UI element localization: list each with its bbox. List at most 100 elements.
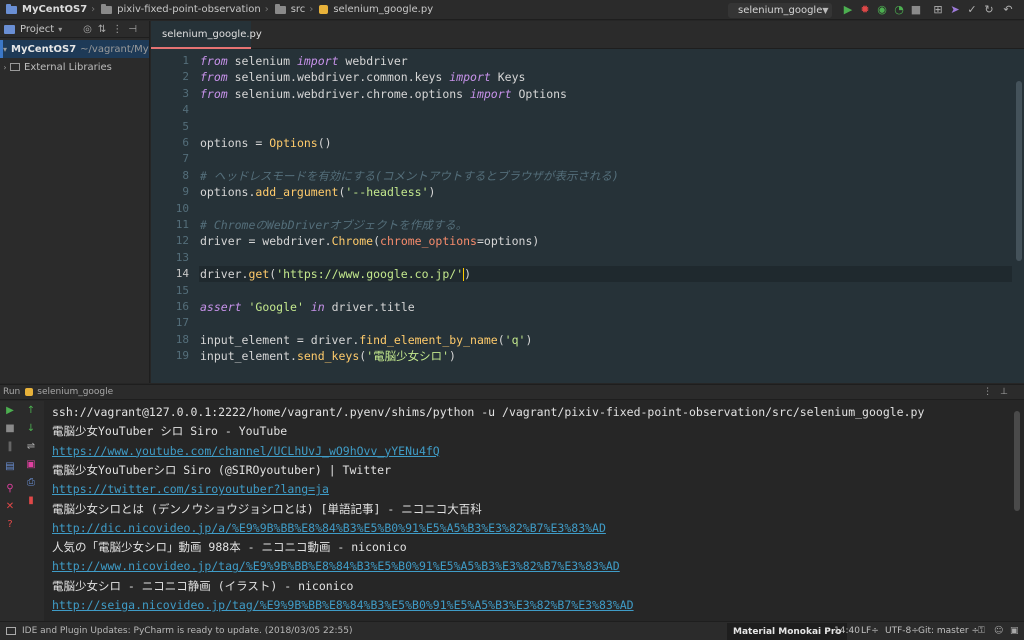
code-token: 'q' bbox=[504, 332, 526, 347]
vcs-update-icon[interactable]: ➤ bbox=[949, 4, 961, 16]
code-token: () bbox=[317, 136, 332, 150]
line-number: 11 bbox=[175, 218, 189, 231]
trash-icon[interactable]: ▮ bbox=[25, 495, 37, 507]
build-icon[interactable]: ⊞ bbox=[932, 4, 944, 16]
coverage-icon[interactable]: ◉ bbox=[876, 4, 888, 16]
line-separator[interactable]: LF÷ bbox=[861, 622, 879, 640]
event-log-icon[interactable]: ▣ bbox=[1010, 622, 1019, 640]
line-number: 7 bbox=[182, 152, 189, 166]
line-number: 12 bbox=[175, 234, 189, 248]
inspector-icon[interactable]: ☺ bbox=[994, 622, 1003, 640]
line-number: 10 bbox=[175, 201, 189, 215]
code-token: driver = webdriver. bbox=[200, 234, 332, 249]
editor-scrollbar[interactable] bbox=[1016, 81, 1022, 261]
tree-item-project-root[interactable]: ▾ MyCentOS7 ~/vagrant/MyC bbox=[0, 40, 149, 58]
console-link[interactable]: https://www.youtube.com/channel/UCLhUvJ_… bbox=[52, 442, 440, 460]
breadcrumb-file[interactable]: selenium_google.py bbox=[313, 0, 437, 20]
breadcrumb-project-label: MyCentOS7 bbox=[22, 4, 88, 15]
revert-icon[interactable]: ↶ bbox=[1002, 4, 1014, 16]
console-link[interactable]: http://dic.nicovideo.jp/a/%E9%9B%BB%E8%8… bbox=[52, 519, 606, 537]
line-number: 6 bbox=[182, 136, 189, 149]
editor-tab-active[interactable]: selenium_google.py bbox=[151, 21, 262, 49]
code-line: driver = webdriver.Chrome(chrome_options… bbox=[200, 233, 539, 249]
code-line: from selenium import webdriver bbox=[200, 53, 408, 69]
code-area[interactable]: from selenium import webdriver from selen… bbox=[199, 50, 1012, 383]
line-number: 16 bbox=[175, 300, 189, 313]
breadcrumb-project[interactable]: MyCentOS7 bbox=[0, 0, 91, 20]
line-number: 3 bbox=[182, 86, 189, 100]
code-line: assert 'Google' in driver.title bbox=[200, 299, 415, 315]
pin-icon[interactable]: ⚲ bbox=[4, 483, 16, 495]
console-link[interactable]: http://seiga.nicovideo.jp/tag/%E9%9B%BB%… bbox=[52, 596, 634, 614]
lock-icon[interactable]: ⚿ bbox=[978, 622, 985, 640]
line-number: 9 bbox=[182, 185, 189, 199]
chevron-down-icon[interactable]: ▾ bbox=[3, 45, 7, 54]
code-token: selenium bbox=[227, 54, 297, 68]
console-scrollbar[interactable] bbox=[1014, 411, 1020, 511]
help-icon[interactable]: ? bbox=[4, 519, 16, 531]
code-token: ) bbox=[449, 349, 456, 364]
run-icon[interactable]: ▶ bbox=[842, 4, 854, 16]
hide-icon[interactable]: ⊣ bbox=[128, 24, 143, 35]
line-number: 19 bbox=[175, 349, 189, 363]
down-arrow-icon[interactable]: ↓ bbox=[25, 423, 37, 435]
code-token: # ChromeのWebDriverオブジェクトを作成する。 bbox=[200, 218, 468, 232]
file-encoding[interactable]: UTF-8÷ bbox=[885, 622, 919, 640]
scroll-to-end-icon[interactable]: ▣ bbox=[25, 459, 37, 471]
console-line: 電脳少女シロ - ニコニコ静画 (イラスト) - niconico bbox=[52, 578, 354, 593]
more-icon[interactable]: ⋮ bbox=[112, 24, 128, 35]
editor-tab-label: selenium_google.py bbox=[162, 28, 262, 40]
tree-item-path: ~/vagrant/MyC bbox=[80, 43, 149, 55]
up-arrow-icon[interactable]: ↑ bbox=[25, 405, 37, 417]
run-configuration-select[interactable]: selenium_google ▼ bbox=[728, 3, 832, 18]
breadcrumb-src-label: src bbox=[290, 4, 306, 15]
breadcrumb-src[interactable]: src bbox=[269, 0, 310, 20]
theme-badge[interactable]: Material Monokai Pro bbox=[727, 623, 848, 640]
status-message[interactable]: IDE and Plugin Updates: PyCharm is ready… bbox=[22, 626, 352, 636]
more-icon[interactable]: ⋮ bbox=[983, 387, 1000, 397]
chevron-down-icon[interactable]: ▾ bbox=[58, 25, 62, 34]
debug-icon[interactable]: ✹ bbox=[859, 4, 871, 16]
code-line: options = Options() bbox=[200, 135, 332, 151]
line-number: 2 bbox=[182, 70, 189, 84]
code-token: '電脳少女シロ' bbox=[366, 349, 450, 364]
vcs-commit-icon[interactable]: ✓ bbox=[966, 4, 978, 16]
soft-wrap-icon[interactable]: ⇌ bbox=[25, 441, 37, 453]
code-line: driver.get('https://www.google.co.jp/') bbox=[200, 266, 471, 282]
close-icon[interactable]: ✕ bbox=[4, 501, 16, 513]
code-token: assert bbox=[200, 300, 242, 314]
print-icon[interactable]: ⎙ bbox=[25, 477, 37, 489]
code-token: selenium.webdriver.chrome.options bbox=[227, 86, 471, 101]
console-link[interactable]: http://www.nicovideo.jp/tag/%E9%9B%BB%E8… bbox=[52, 557, 620, 575]
run-console[interactable]: ssh://vagrant@127.0.0.1:2222/home/vagran… bbox=[44, 401, 1024, 621]
code-token: =options) bbox=[476, 234, 540, 249]
pause-icon[interactable]: ‖ bbox=[4, 441, 16, 453]
breadcrumb-repo[interactable]: pixiv-fixed-point-observation bbox=[95, 0, 265, 20]
tree-item-label: External Libraries bbox=[24, 61, 112, 73]
chevron-right-icon[interactable]: › bbox=[0, 63, 10, 72]
code-token: 'Google' bbox=[248, 300, 304, 314]
hide-icon[interactable]: ⊥ bbox=[1000, 387, 1016, 397]
locate-icon[interactable]: ◎ bbox=[83, 24, 98, 35]
git-branch[interactable]: Git: master ÷ bbox=[918, 622, 979, 640]
profile-icon[interactable]: ◔ bbox=[893, 4, 905, 16]
line-number: 1 bbox=[182, 54, 189, 67]
run-panel-config[interactable]: selenium_google bbox=[37, 387, 113, 397]
tree-item-external-libraries[interactable]: › External Libraries bbox=[0, 58, 149, 76]
code-token: selenium.webdriver.common.keys bbox=[227, 70, 450, 85]
project-header-label[interactable]: Project bbox=[20, 24, 54, 35]
layout-icon[interactable]: ▤ bbox=[4, 461, 16, 473]
stop-icon[interactable]: ■ bbox=[4, 423, 16, 435]
rerun-icon[interactable]: ▶ bbox=[4, 405, 16, 417]
line-number: 4 bbox=[182, 103, 189, 117]
code-token: Options bbox=[511, 86, 567, 101]
stop-icon[interactable]: ■ bbox=[910, 4, 922, 16]
collapse-icon[interactable]: ⇅ bbox=[98, 24, 112, 35]
tool-windows-icon[interactable] bbox=[6, 627, 16, 635]
console-link[interactable]: https://twitter.com/siroyoutuber?lang=ja bbox=[52, 480, 329, 498]
python-file-icon bbox=[319, 5, 329, 14]
history-icon[interactable]: ↻ bbox=[983, 4, 995, 16]
code-token: options. bbox=[200, 185, 256, 200]
caret-position[interactable]: 14:40 bbox=[834, 622, 860, 640]
python-file-icon bbox=[25, 388, 34, 396]
